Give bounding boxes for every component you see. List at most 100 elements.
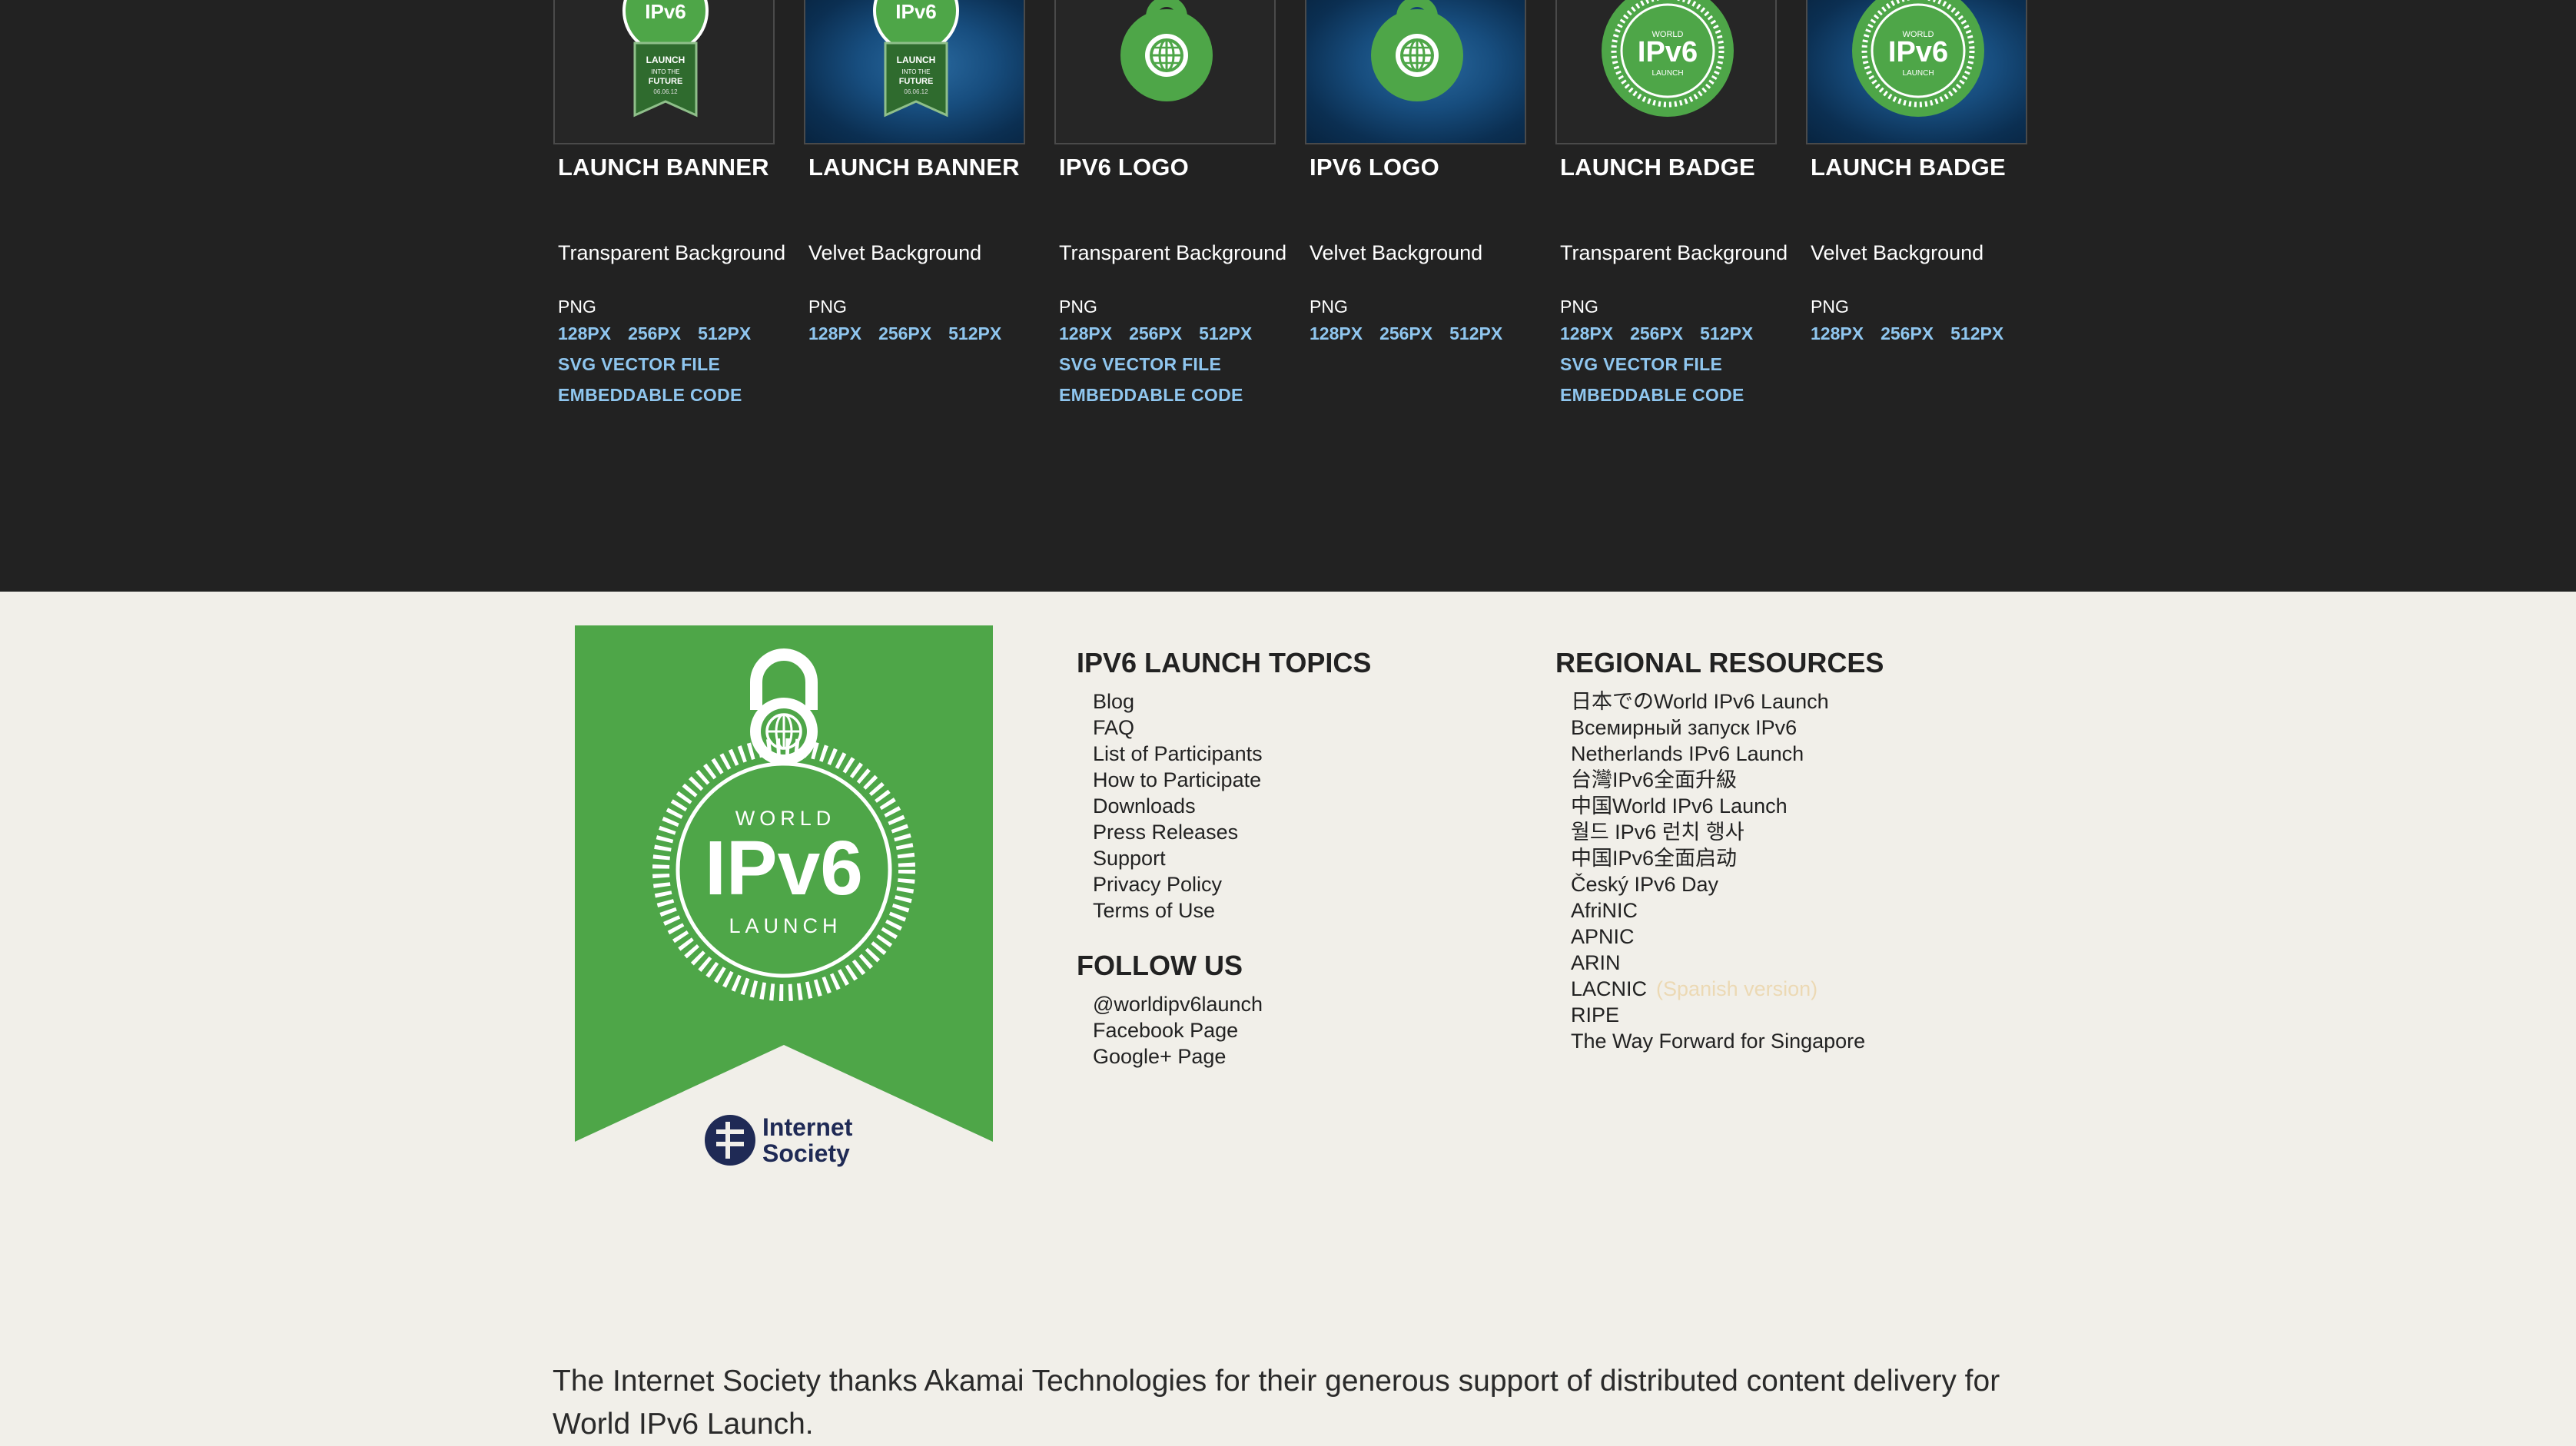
regional-link[interactable]: 台灣IPv6全面升級 bbox=[1571, 768, 1737, 791]
svg-vector-link[interactable]: SVG VECTOR FILE bbox=[558, 354, 720, 375]
regional-link[interactable]: 中国World IPv6 Launch bbox=[1571, 794, 1788, 818]
size-link-256[interactable]: 256PX bbox=[1630, 323, 1683, 343]
launch-badge-icon bbox=[1557, 0, 1777, 144]
size-links: 128PX 256PX 512PX bbox=[1310, 323, 1519, 344]
svg-text:Society: Society bbox=[762, 1139, 850, 1167]
size-links: 128PX 256PX 512PX bbox=[808, 323, 1018, 344]
card-title: LAUNCH BANNER bbox=[558, 154, 769, 181]
svg-vector-link[interactable]: SVG VECTOR FILE bbox=[1059, 354, 1221, 375]
follow-heading: FOLLOW US bbox=[1077, 950, 1243, 981]
topics-link-support[interactable]: Support bbox=[1093, 847, 1166, 870]
format-label: PNG bbox=[1310, 297, 1348, 317]
format-label: PNG bbox=[1811, 297, 1849, 317]
topics-link-faq[interactable]: FAQ bbox=[1093, 716, 1134, 739]
regional-link-apnic[interactable]: APNIC bbox=[1571, 925, 1635, 948]
downloads-section: IPv6 LAUNCH INTO THE FUTURE 06.06.12 bbox=[0, 0, 2576, 592]
background-label: Velvet Background bbox=[1310, 241, 1483, 264]
thumbnail[interactable] bbox=[804, 0, 1025, 144]
launch-badge-icon bbox=[1808, 0, 2027, 144]
topics-heading: IPV6 LAUNCH TOPICS bbox=[1077, 647, 1372, 678]
card-title: IPV6 LOGO bbox=[1310, 154, 1439, 181]
regional-link[interactable]: Netherlands IPv6 Launch bbox=[1571, 742, 1804, 765]
regional-link[interactable]: 中国IPv6全面启动 bbox=[1571, 847, 1737, 870]
launch-banner-icon bbox=[555, 0, 775, 144]
size-link-256[interactable]: 256PX bbox=[1129, 323, 1182, 343]
regional-link[interactable]: Český IPv6 Day bbox=[1571, 873, 1718, 896]
svg-vector-link[interactable]: SVG VECTOR FILE bbox=[1560, 354, 1722, 375]
topics-link-blog[interactable]: Blog bbox=[1093, 690, 1134, 713]
card-title: LAUNCH BADGE bbox=[1811, 154, 2006, 181]
size-links: 128PX 256PX 512PX bbox=[1811, 323, 2020, 344]
regional-link[interactable]: 월드 IPv6 런치 행사 bbox=[1571, 821, 1744, 844]
follow-link-facebook[interactable]: Facebook Page bbox=[1093, 1019, 1238, 1042]
follow-link-google-plus[interactable]: Google+ Page bbox=[1093, 1045, 1226, 1068]
format-label: PNG bbox=[808, 297, 847, 317]
regional-link-lacnic[interactable]: LACNIC bbox=[1571, 977, 1647, 1000]
thumbnail[interactable] bbox=[1305, 0, 1526, 144]
card-title: LAUNCH BANNER bbox=[808, 154, 1020, 181]
regional-heading: REGIONAL RESOURCES bbox=[1555, 647, 1884, 678]
size-link-256[interactable]: 256PX bbox=[1379, 323, 1432, 343]
background-label: Velvet Background bbox=[1811, 241, 1984, 264]
format-label: PNG bbox=[1560, 297, 1598, 317]
thumbnail[interactable] bbox=[1555, 0, 1777, 144]
regional-link[interactable]: 日本でのWorld IPv6 Launch bbox=[1571, 690, 1829, 713]
size-link-256[interactable]: 256PX bbox=[1881, 323, 1934, 343]
size-link-256[interactable]: 256PX bbox=[628, 323, 681, 343]
thumbnail[interactable] bbox=[553, 0, 775, 144]
svg-text:LAUNCH: LAUNCH bbox=[729, 914, 842, 937]
size-link-128[interactable]: 128PX bbox=[558, 323, 611, 343]
size-link-128[interactable]: 128PX bbox=[1059, 323, 1112, 343]
world-ipv6-launch-logo[interactable]: WORLD IPv6 LAUNCH Internet Society bbox=[575, 625, 993, 1182]
background-label: Transparent Background bbox=[1560, 241, 1788, 264]
regional-link-lacnic-spanish[interactable]: (Spanish version) bbox=[1656, 977, 1817, 1000]
thumbnail[interactable] bbox=[1054, 0, 1276, 144]
topics-link-downloads[interactable]: Downloads bbox=[1093, 794, 1196, 818]
size-link-128[interactable]: 128PX bbox=[808, 323, 861, 343]
ipv6-launch-banner-icon: WORLD IPv6 LAUNCH Internet Society bbox=[575, 625, 993, 1167]
regional-list: 日本でのWorld IPv6 Launch Всемирный запуск I… bbox=[1571, 688, 1865, 1054]
size-links: 128PX 256PX 512PX bbox=[1560, 323, 1770, 344]
size-link-512[interactable]: 512PX bbox=[948, 323, 1001, 343]
follow-list: @worldipv6launch Facebook Page Google+ P… bbox=[1093, 991, 1263, 1070]
background-label: Velvet Background bbox=[808, 241, 982, 264]
topics-link-privacy-policy[interactable]: Privacy Policy bbox=[1093, 873, 1222, 896]
size-link-128[interactable]: 128PX bbox=[1310, 323, 1363, 343]
topics-list: Blog FAQ List of Participants How to Par… bbox=[1093, 688, 1263, 924]
size-link-512[interactable]: 512PX bbox=[1700, 323, 1753, 343]
regional-link-afrinic[interactable]: AfriNIC bbox=[1571, 899, 1638, 922]
background-label: Transparent Background bbox=[558, 241, 786, 264]
size-link-128[interactable]: 128PX bbox=[1560, 323, 1613, 343]
topics-link-terms-of-use[interactable]: Terms of Use bbox=[1093, 899, 1215, 922]
topics-link-participants[interactable]: List of Participants bbox=[1093, 742, 1263, 765]
size-link-512[interactable]: 512PX bbox=[1950, 323, 2003, 343]
size-link-256[interactable]: 256PX bbox=[878, 323, 931, 343]
regional-link-singapore[interactable]: The Way Forward for Singapore bbox=[1571, 1030, 1865, 1053]
topics-link-how-to-participate[interactable]: How to Participate bbox=[1093, 768, 1261, 791]
size-link-512[interactable]: 512PX bbox=[1199, 323, 1252, 343]
size-link-512[interactable]: 512PX bbox=[1449, 323, 1502, 343]
format-label: PNG bbox=[558, 297, 596, 317]
svg-text:IPv6: IPv6 bbox=[705, 825, 863, 911]
format-label: PNG bbox=[1059, 297, 1097, 317]
card-title: IPV6 LOGO bbox=[1059, 154, 1189, 181]
background-label: Transparent Background bbox=[1059, 241, 1287, 264]
ipv6-logo-icon bbox=[1056, 0, 1276, 144]
regional-link-ripe[interactable]: RIPE bbox=[1571, 1003, 1619, 1026]
size-link-128[interactable]: 128PX bbox=[1811, 323, 1864, 343]
follow-link-twitter[interactable]: @worldipv6launch bbox=[1093, 993, 1263, 1016]
svg-text:Internet: Internet bbox=[762, 1113, 853, 1141]
size-links: 128PX 256PX 512PX bbox=[1059, 323, 1269, 344]
embeddable-code-link[interactable]: EMBEDDABLE CODE bbox=[558, 385, 742, 406]
embeddable-code-link[interactable]: EMBEDDABLE CODE bbox=[1560, 385, 1744, 406]
card-title: LAUNCH BADGE bbox=[1560, 154, 1755, 181]
thumbnail[interactable] bbox=[1806, 0, 2027, 144]
regional-link[interactable]: Всемирный запуск IPv6 bbox=[1571, 716, 1797, 739]
sponsor-thanks-text: The Internet Society thanks Akamai Techn… bbox=[553, 1365, 2000, 1441]
topics-link-press-releases[interactable]: Press Releases bbox=[1093, 821, 1238, 844]
launch-banner-icon bbox=[805, 0, 1025, 144]
embeddable-code-link[interactable]: EMBEDDABLE CODE bbox=[1059, 385, 1243, 406]
ipv6-logo-icon bbox=[1306, 0, 1526, 144]
regional-link-arin[interactable]: ARIN bbox=[1571, 951, 1621, 974]
size-link-512[interactable]: 512PX bbox=[698, 323, 751, 343]
